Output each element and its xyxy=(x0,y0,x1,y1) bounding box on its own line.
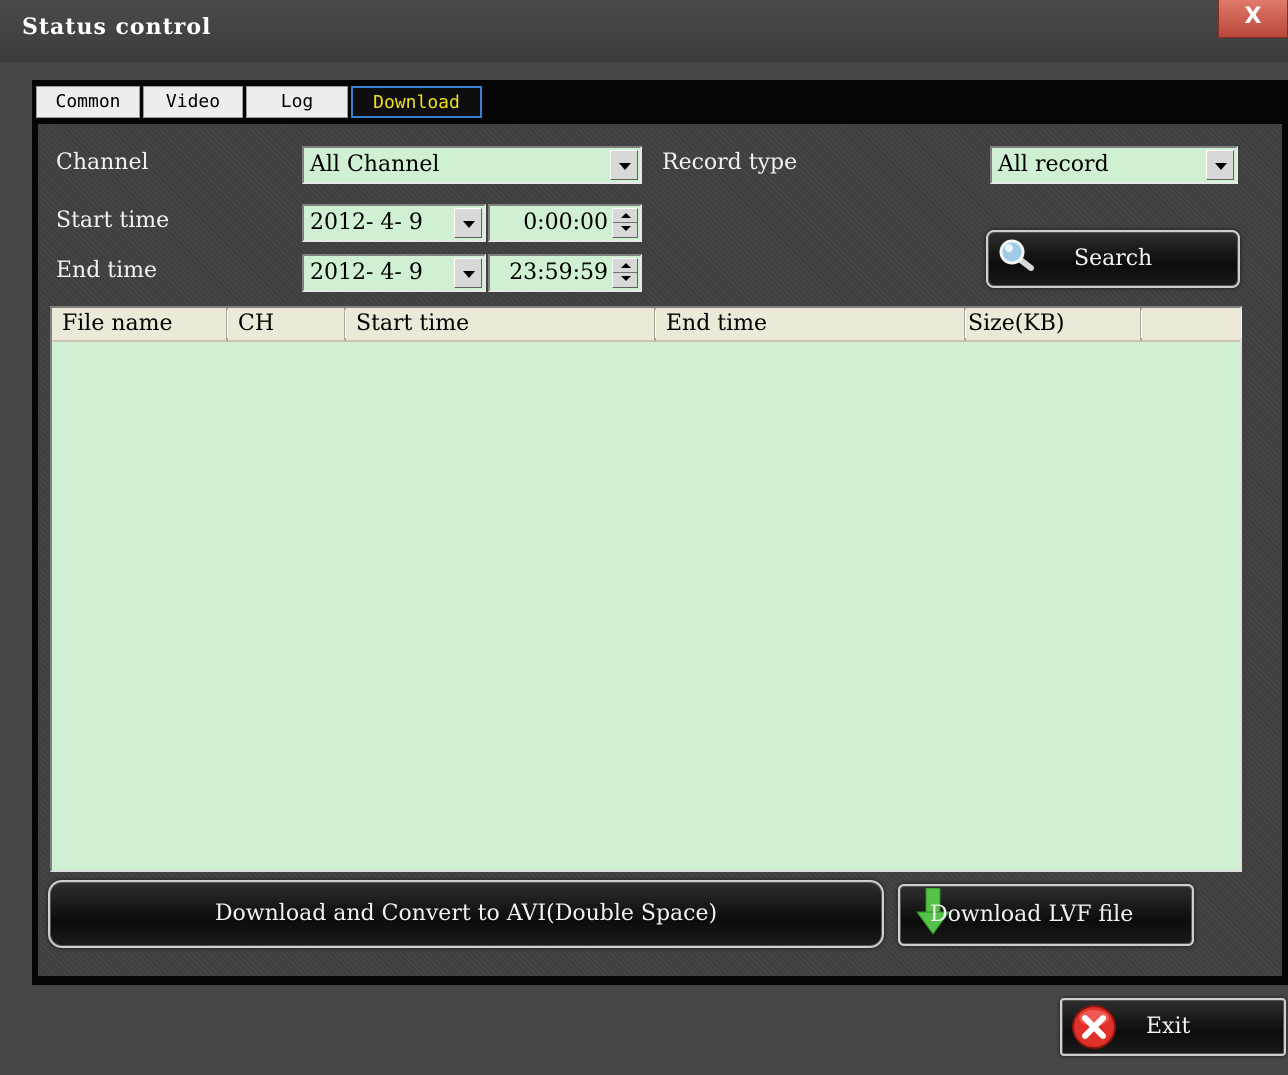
table-header: File name CH Start time End time Size(KB… xyxy=(52,308,1242,342)
start-time-value: 0:00:00 xyxy=(523,210,608,235)
start-time-spinner[interactable]: 0:00:00 xyxy=(488,204,642,242)
chevron-down-icon[interactable] xyxy=(454,258,482,288)
red-x-circle-icon xyxy=(1072,1005,1116,1049)
start-time-label: Start time xyxy=(56,208,170,233)
tab-download[interactable]: Download xyxy=(351,86,482,118)
search-button[interactable]: Search xyxy=(986,230,1240,288)
start-date-picker[interactable]: 2012- 4- 9 xyxy=(302,204,486,242)
chevron-down-icon[interactable] xyxy=(610,150,638,180)
start-date-value: 2012- 4- 9 xyxy=(310,210,423,235)
record-type-value: All record xyxy=(998,152,1109,177)
end-time-spinner[interactable]: 23:59:59 xyxy=(488,254,642,292)
chevron-down-icon[interactable] xyxy=(1206,150,1234,180)
exit-label: Exit xyxy=(1146,1014,1191,1039)
download-convert-avi-button[interactable]: Download and Convert to AVI(Double Space… xyxy=(48,880,884,948)
channel-select[interactable]: All Channel xyxy=(302,146,642,184)
end-date-picker[interactable]: 2012- 4- 9 xyxy=(302,254,486,292)
table-body[interactable] xyxy=(52,342,1240,870)
magnifier-icon xyxy=(999,239,1034,271)
download-convert-label: Download and Convert to AVI(Double Space… xyxy=(214,901,718,926)
close-button[interactable]: X xyxy=(1218,0,1288,38)
tab-video[interactable]: Video xyxy=(143,86,243,118)
column-header-filler xyxy=(1142,308,1242,342)
end-date-value: 2012- 4- 9 xyxy=(310,260,423,285)
exit-button[interactable]: Exit xyxy=(1060,998,1286,1056)
spinner-arrows-icon[interactable] xyxy=(612,258,638,288)
channel-value: All Channel xyxy=(310,152,440,177)
download-lvf-label: Download LVF file xyxy=(930,902,1134,927)
record-type-label: Record type xyxy=(662,150,798,175)
column-header-start-time[interactable]: Start time xyxy=(346,308,656,342)
record-type-select[interactable]: All record xyxy=(990,146,1238,184)
end-time-label: End time xyxy=(56,258,158,283)
column-header-ch[interactable]: CH xyxy=(228,308,346,342)
spinner-arrows-icon[interactable] xyxy=(612,208,638,238)
window-title: Status control xyxy=(22,14,212,40)
download-lvf-button[interactable]: Download LVF file xyxy=(898,884,1194,946)
chevron-down-icon[interactable] xyxy=(454,208,482,238)
close-icon: X xyxy=(1244,4,1262,29)
tab-common[interactable]: Common xyxy=(36,86,140,118)
file-list-table[interactable]: File name CH Start time End time Size(KB… xyxy=(50,306,1242,872)
column-header-file-name[interactable]: File name xyxy=(52,308,228,342)
column-header-size[interactable]: Size(KB) xyxy=(966,308,1142,342)
end-time-value: 23:59:59 xyxy=(509,260,608,285)
tab-log[interactable]: Log xyxy=(246,86,348,118)
channel-label: Channel xyxy=(56,150,149,175)
column-header-end-time[interactable]: End time xyxy=(656,308,966,342)
search-label: Search xyxy=(1074,246,1153,271)
